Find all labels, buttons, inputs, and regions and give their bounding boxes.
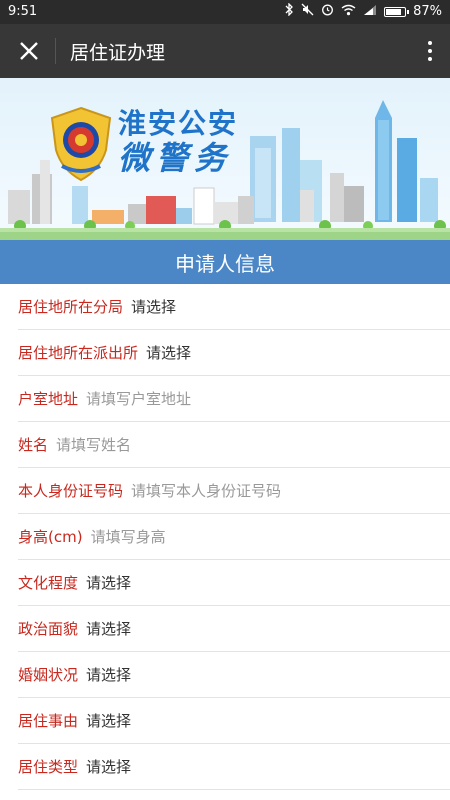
signal-icon (363, 4, 377, 20)
field-branch-bureau[interactable]: 居住地所在分局 请选择 (18, 284, 450, 330)
bluetooth-icon (285, 2, 294, 20)
field-label: 政治面貌 (18, 620, 79, 638)
field-label: 文化程度 (18, 574, 79, 592)
battery-icon (384, 6, 410, 17)
police-badge-icon (50, 106, 112, 182)
page-title: 居住证办理 (70, 42, 166, 64)
field-label: 居住地所在分局 (18, 298, 124, 316)
field-height[interactable]: 身高(cm) 请填写身高 (18, 514, 450, 560)
field-value: 请选择 (146, 344, 192, 362)
field-value: 请选择 (131, 298, 177, 316)
field-label: 婚姻状况 (18, 666, 79, 684)
field-room-address[interactable]: 户室地址 请填写户室地址 (18, 376, 450, 422)
field-value: 请选择 (86, 712, 132, 730)
banner-title: 淮安公安 微警务 (118, 107, 239, 177)
field-label: 姓名 (18, 436, 49, 454)
field-label: 本人身份证号码 (18, 482, 124, 500)
section-header: 申请人信息 (0, 240, 450, 284)
field-political-status[interactable]: 政治面貌 请选择 (18, 606, 450, 652)
field-label: 身高(cm) (18, 528, 83, 546)
banner: 淮安公安 微警务 (0, 78, 450, 240)
field-value: 请选择 (86, 620, 132, 638)
close-icon (20, 42, 38, 60)
alarm-icon (321, 3, 334, 20)
field-name[interactable]: 姓名 请填写姓名 (18, 422, 450, 468)
more-button[interactable] (422, 34, 438, 68)
field-placeholder: 请填写身高 (90, 528, 166, 546)
field-label: 户室地址 (18, 390, 79, 408)
field-residence-reason[interactable]: 居住事由 请选择 (18, 698, 450, 744)
field-id-number[interactable]: 本人身份证号码 请填写本人身份证号码 (18, 468, 450, 514)
field-label: 居住类型 (18, 758, 79, 776)
wifi-icon (341, 4, 356, 20)
field-education[interactable]: 文化程度 请选择 (18, 560, 450, 606)
close-button[interactable] (10, 32, 48, 70)
battery-percent: 87% (413, 4, 442, 19)
title-bar: 居住证办理 (0, 24, 450, 78)
field-placeholder: 请填写本人身份证号码 (131, 482, 282, 500)
field-value: 请选择 (86, 574, 132, 592)
title-divider (55, 38, 56, 64)
field-marital-status[interactable]: 婚姻状况 请选择 (18, 652, 450, 698)
status-icons: 87% (285, 2, 442, 20)
applicant-form: 居住地所在分局 请选择 居住地所在派出所 请选择 户室地址 请填写户室地址 姓名… (0, 284, 450, 790)
banner-title-line1: 淮安公安 (118, 107, 239, 140)
field-residence-type[interactable]: 居住类型 请选择 (18, 744, 450, 790)
status-bar: 9:51 87% (0, 0, 450, 24)
field-value: 请选择 (86, 666, 132, 684)
banner-title-line2: 微警务 (118, 139, 233, 177)
status-time: 9:51 (8, 4, 38, 19)
field-police-station[interactable]: 居住地所在派出所 请选择 (18, 330, 450, 376)
field-placeholder: 请填写姓名 (56, 436, 132, 454)
more-vertical-icon (428, 41, 432, 45)
field-label: 居住地所在派出所 (18, 344, 139, 362)
field-value: 请选择 (86, 758, 132, 776)
field-label: 居住事由 (18, 712, 79, 730)
mute-icon (301, 3, 314, 20)
field-placeholder: 请填写户室地址 (86, 390, 192, 408)
